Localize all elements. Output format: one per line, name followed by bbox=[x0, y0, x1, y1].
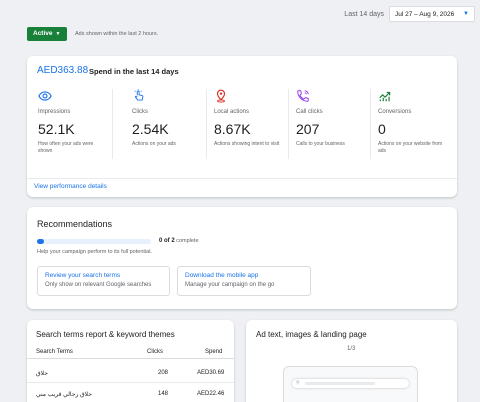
search-terms-title: Search terms report & keyword themes bbox=[36, 330, 175, 339]
spend-period-text: Spend in the last 14 days bbox=[89, 67, 179, 76]
metric-divider bbox=[112, 89, 113, 159]
recommendations-progress-bar bbox=[37, 239, 151, 244]
search-icon: ⚲ bbox=[296, 380, 300, 386]
recommendation-review-search-terms[interactable]: Review your search terms Only show on re… bbox=[37, 266, 170, 296]
metric-description: Actions on your ads bbox=[132, 141, 176, 147]
metric-value: 2.54K bbox=[132, 121, 169, 137]
term-clicks: 148 bbox=[158, 391, 169, 397]
column-header-term: Search Terms bbox=[36, 349, 73, 355]
search-placeholder-bar bbox=[305, 382, 375, 385]
metric-description: Actions showing intent to visit bbox=[214, 141, 280, 147]
search-term: حلاق bbox=[36, 371, 48, 377]
column-header-spend: Spend bbox=[205, 349, 223, 355]
metric-value: 52.1K bbox=[38, 121, 75, 137]
metric-clicks[interactable]: Clicks 2.54K Actions on your ads bbox=[125, 89, 207, 159]
metric-value: 8.67K bbox=[214, 121, 251, 137]
date-range-picker[interactable]: Jul 27 – Aug 9, 2026 ▼ bbox=[389, 6, 475, 22]
metric-value: 0 bbox=[378, 121, 386, 137]
date-range-value: Jul 27 – Aug 9, 2026 bbox=[395, 11, 455, 18]
recommendations-title: Recommendations bbox=[37, 219, 113, 229]
status-label: Active bbox=[33, 30, 53, 37]
recommendation-download-app[interactable]: Download the mobile app Manage your camp… bbox=[177, 266, 311, 296]
view-performance-link[interactable]: View performance details bbox=[34, 183, 107, 190]
metric-conversions[interactable]: Conversions 0 Actions on your website fr… bbox=[371, 89, 453, 159]
term-clicks: 208 bbox=[158, 370, 169, 376]
row-divider bbox=[27, 382, 234, 383]
metric-label: Call clicks bbox=[296, 109, 323, 115]
metric-label: Conversions bbox=[378, 109, 412, 115]
campaign-status-button[interactable]: Active ▼ bbox=[27, 27, 67, 41]
header-divider bbox=[27, 358, 234, 359]
progress-text: 0 of 2 complete bbox=[159, 238, 199, 244]
search-terms-card: Search terms report & keyword themes Sea… bbox=[27, 320, 234, 402]
metric-description: Calls to your business bbox=[296, 141, 345, 147]
preview-search-bar: ⚲ bbox=[292, 379, 409, 388]
metric-local-actions[interactable]: Local actions 8.67K Actions showing inte… bbox=[207, 89, 289, 159]
metric-impressions[interactable]: Impressions 52.1K How often your ads wer… bbox=[31, 89, 113, 159]
term-spend: AED22.46 bbox=[197, 391, 225, 397]
phone-icon bbox=[297, 90, 309, 102]
progress-suffix: complete bbox=[176, 238, 199, 244]
ad-preview-title: Ad text, images & landing page bbox=[256, 330, 367, 339]
top-bar: Last 14 days Jul 27 – Aug 9, 2026 ▼ Acti… bbox=[0, 0, 480, 50]
metric-description: How often your ads were shown bbox=[38, 141, 94, 154]
metric-label: Clicks bbox=[132, 109, 148, 115]
recommendations-help-text: Help your campaign perform to its full p… bbox=[37, 249, 152, 255]
recommendations-card: Recommendations 0 of 2 complete Help you… bbox=[27, 207, 457, 309]
spend-amount: AED363.88 bbox=[37, 65, 89, 76]
trend-icon bbox=[379, 91, 391, 102]
recommendation-title: Review your search terms bbox=[45, 272, 121, 279]
metric-value: 207 bbox=[296, 121, 320, 137]
dropdown-caret-icon: ▼ bbox=[463, 11, 469, 17]
metric-call-clicks[interactable]: Call clicks 207 Calls to your business bbox=[289, 89, 371, 159]
status-note: Ads shown within the last 2 hours. bbox=[75, 31, 159, 37]
date-range-label: Last 14 days bbox=[344, 11, 384, 18]
recommendation-subtitle: Only show on relevant Google searches bbox=[45, 282, 152, 288]
metric-label: Local actions bbox=[214, 109, 250, 115]
ad-preview-page-indicator: 1/3 bbox=[347, 346, 356, 352]
term-spend: AED30.69 bbox=[197, 370, 225, 376]
ad-preview-card: Ad text, images & landing page 1/3 ⚲ bbox=[246, 320, 457, 402]
metric-description: Actions on your website from ads bbox=[378, 141, 443, 154]
card-divider bbox=[27, 178, 457, 179]
location-pin-icon bbox=[216, 89, 226, 103]
metric-label: Impressions bbox=[38, 109, 71, 115]
progress-count: 0 of 2 bbox=[159, 238, 175, 244]
spend-summary-card: AED363.88 Spend in the last 14 days Impr… bbox=[27, 56, 457, 197]
search-term: حلاق رجالي قريب مني bbox=[36, 392, 92, 398]
dropdown-caret-icon: ▼ bbox=[55, 31, 61, 37]
recommendation-subtitle: Manage your campaign on the go bbox=[185, 282, 275, 288]
recommendation-title: Download the mobile app bbox=[185, 272, 259, 279]
column-header-clicks: Clicks bbox=[147, 349, 163, 355]
eye-icon bbox=[38, 91, 52, 101]
click-icon bbox=[134, 89, 144, 101]
ad-preview-frame[interactable]: ⚲ bbox=[283, 366, 418, 402]
progress-fill bbox=[37, 239, 44, 244]
